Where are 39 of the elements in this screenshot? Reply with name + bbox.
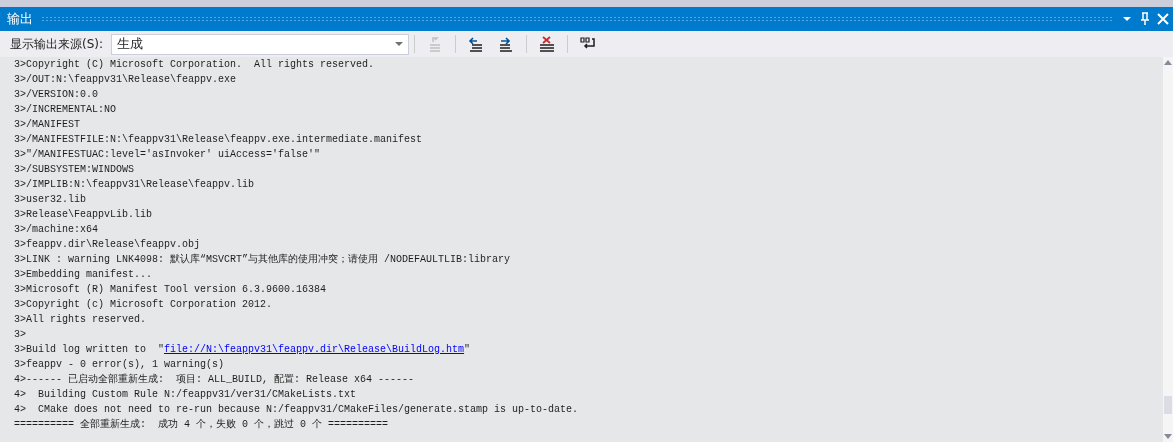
log-line: 3>Copyright (c) Microsoft Corporation 2012. [14, 298, 274, 312]
log-line: 3>/IMPLIB:N:\feappv31\Release\feappv.lib [14, 178, 256, 192]
log-line: 3>Release\FeappvLib.lib [14, 208, 154, 222]
log-line: 4> Building Custom Rule N:/feappv31/ver31/CMakeLists.txt [14, 388, 358, 402]
output-source-dropdown[interactable]: 生成 [111, 33, 410, 55]
clear-all-icon[interactable] [539, 36, 556, 52]
log-line: 3>user32.lib [14, 193, 87, 207]
log-line: 3>LINK : warning LNK4098: 默认库“MSVCRT”与其他库的使用冲突；请使用 /NODEFAULTLIB:library [14, 252, 512, 267]
scroll-up-icon[interactable] [1164, 60, 1172, 65]
log-line: 4> CMake does not need to re-run because N:/feappv31/CMakeFiles/generate.stamp is up-to-date. [14, 403, 580, 417]
log-line: 3>/VERSION:0.0 [14, 88, 99, 102]
log-line: 3>/INCREMENTAL:NO [14, 103, 118, 117]
window-title: 输出 [7, 10, 33, 28]
log-line: 3>/MANIFEST [14, 118, 81, 132]
pin-icon[interactable] [1139, 12, 1151, 26]
caret-icon [395, 41, 404, 47]
log-line: 3>feappv.dir\Release\feappv.obj [14, 238, 202, 252]
log-line: 3>"/MANIFESTUAC:level='asInvoker' uiAccess='false'" [14, 148, 322, 162]
scroll-down-icon[interactable] [1164, 434, 1172, 439]
log-line: 3>feappv - 0 error(s), 1 warning(s) [14, 358, 226, 372]
log-line: 3>Build log written to "file://N:\feappv31\feappv.dir\Release\BuildLog.htm" [14, 343, 472, 357]
log-line: 4>------ 已启动全部重新生成: 项目: ALL_BUILD, 配置: Release x64 ------ [14, 372, 416, 387]
next-message-icon[interactable] [498, 36, 515, 52]
log-line: 3>/MANIFESTFILE:N:\feappv31\Release\feappv.exe.intermediate.manifest [14, 133, 424, 147]
log-link[interactable]: file://N:\feappv31\feappv.dir\Release\BuildLog.htm [164, 344, 465, 355]
log-line: 3>All rights reserved. [14, 313, 148, 327]
log-line: 3>/OUT:N:\feappv31\Release\feappv.exe [14, 73, 238, 87]
log-line: 3>/SUBSYSTEM:WINDOWS [14, 163, 136, 177]
log-line: 3> [14, 328, 27, 342]
log-line: 3>Copyright (C) Microsoft Corporation. All rights reserved. [14, 58, 376, 72]
scrollbar[interactable] [1163, 57, 1173, 442]
log-line: 3>/machine:x64 [14, 223, 99, 237]
previous-message-icon[interactable] [468, 36, 485, 52]
source-label: 显示输出来源(S): [10, 35, 104, 53]
scroll-thumb[interactable] [1164, 396, 1172, 414]
log-line: 3>Microsoft (R) Manifest Tool version 6.3.9600.16384 [14, 283, 328, 297]
log-line: 3>Embedding manifest... [14, 268, 154, 282]
log-line: ========== 全部重新生成: 成功 4 个，失败 0 个，跳过 0 个 ========== [14, 417, 390, 432]
close-icon[interactable] [1157, 13, 1169, 25]
